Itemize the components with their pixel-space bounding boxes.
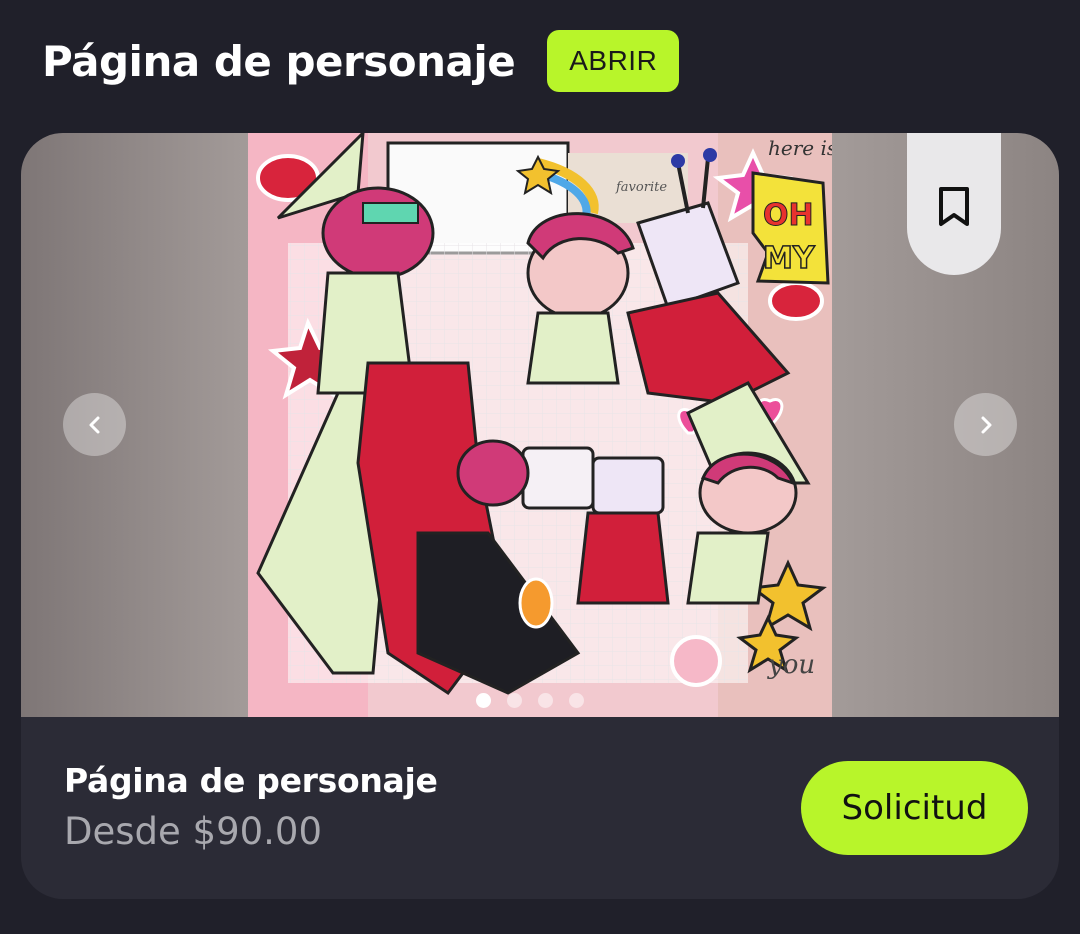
- carousel-dot[interactable]: [538, 693, 553, 708]
- carousel-prev-button[interactable]: [63, 393, 126, 456]
- svg-text:you: you: [767, 650, 815, 680]
- carousel-next-button[interactable]: [954, 393, 1017, 456]
- carousel-dot[interactable]: [476, 693, 491, 708]
- product-image[interactable]: OH MY here is favorite you: [248, 133, 832, 717]
- svg-text:OH: OH: [763, 198, 814, 233]
- chevron-left-icon: [89, 416, 99, 433]
- page-header: Página de personaje ABRIR: [42, 30, 680, 92]
- carousel-dot[interactable]: [507, 693, 522, 708]
- svg-text:here is: here is: [768, 136, 832, 160]
- product-title: Página de personaje: [64, 761, 438, 800]
- bookmark-button[interactable]: [907, 133, 1001, 275]
- carousel-dot[interactable]: [569, 693, 584, 708]
- svg-text:favorite: favorite: [615, 180, 667, 195]
- image-carousel[interactable]: OH MY here is favorite you: [21, 133, 1059, 717]
- product-info: Página de personaje Desde $90.00: [64, 761, 438, 853]
- request-button[interactable]: Solicitud: [801, 761, 1028, 855]
- status-badge: ABRIR: [547, 30, 680, 92]
- bookmark-icon: [939, 187, 969, 226]
- product-price: Desde $90.00: [64, 810, 323, 853]
- page-title: Página de personaje: [42, 36, 516, 86]
- carousel-indicators: [476, 693, 584, 708]
- svg-text:MY: MY: [763, 241, 816, 276]
- product-card[interactable]: OH MY here is favorite you Página de per…: [21, 133, 1059, 899]
- chevron-right-icon: [981, 416, 991, 433]
